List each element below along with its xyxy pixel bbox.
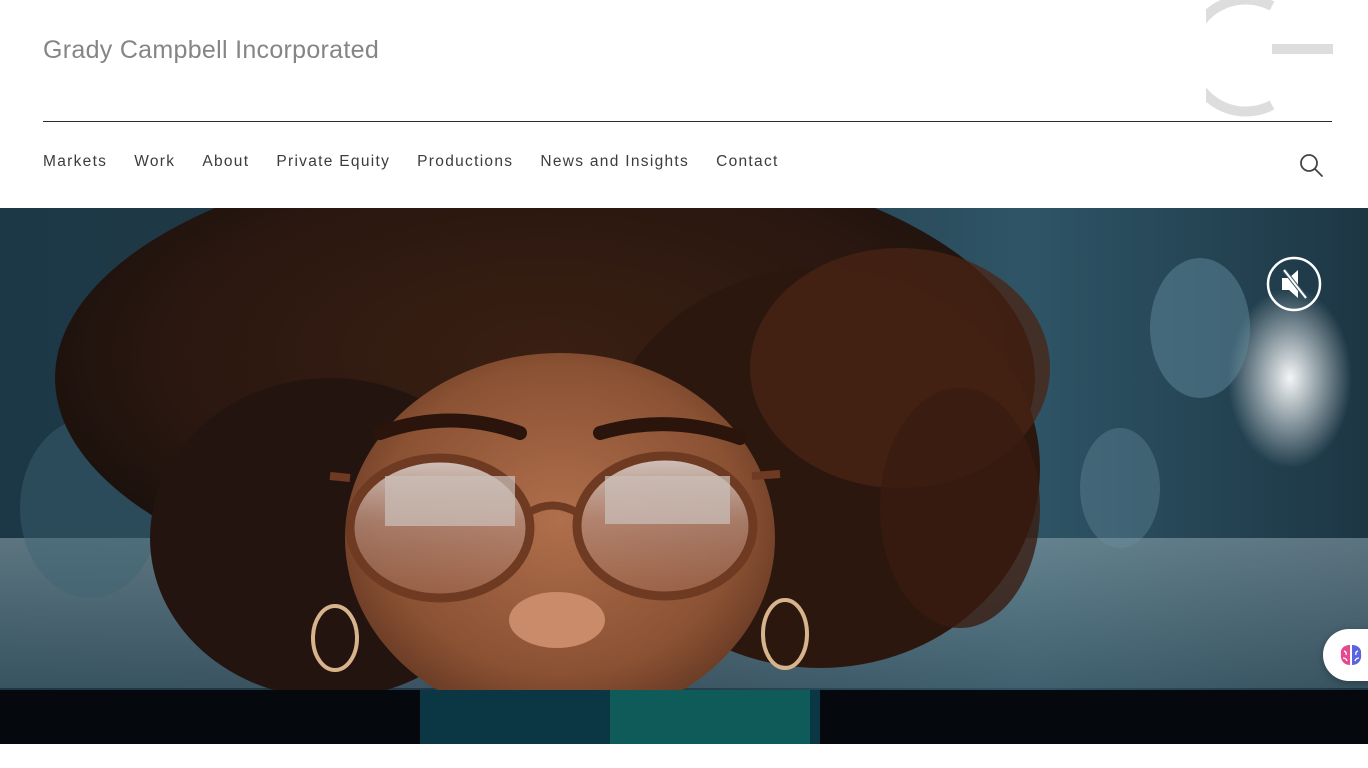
search-icon[interactable]	[1297, 151, 1325, 179]
logo-mark-icon[interactable]	[1206, 0, 1346, 118]
header-divider	[43, 121, 1332, 122]
nav-item-contact[interactable]: Contact	[716, 153, 779, 171]
site-header: Grady Campbell Incorporated Markets Work…	[0, 0, 1368, 208]
nav-item-about[interactable]: About	[202, 153, 249, 171]
hero-video[interactable]	[0, 208, 1368, 744]
main-nav: Markets Work About Private Equity Produc…	[43, 153, 779, 171]
ai-assistant-button[interactable]	[1323, 629, 1368, 681]
speaker-muted-icon[interactable]	[1265, 255, 1323, 313]
nav-item-productions[interactable]: Productions	[417, 153, 513, 171]
nav-item-markets[interactable]: Markets	[43, 153, 107, 171]
hero-video-frame	[0, 208, 1368, 744]
nav-item-private-equity[interactable]: Private Equity	[276, 153, 390, 171]
nav-item-news-and-insights[interactable]: News and Insights	[540, 153, 689, 171]
nav-item-work[interactable]: Work	[134, 153, 175, 171]
brain-icon	[1340, 645, 1362, 665]
brand-name-link[interactable]: Grady Campbell Incorporated	[43, 36, 379, 65]
